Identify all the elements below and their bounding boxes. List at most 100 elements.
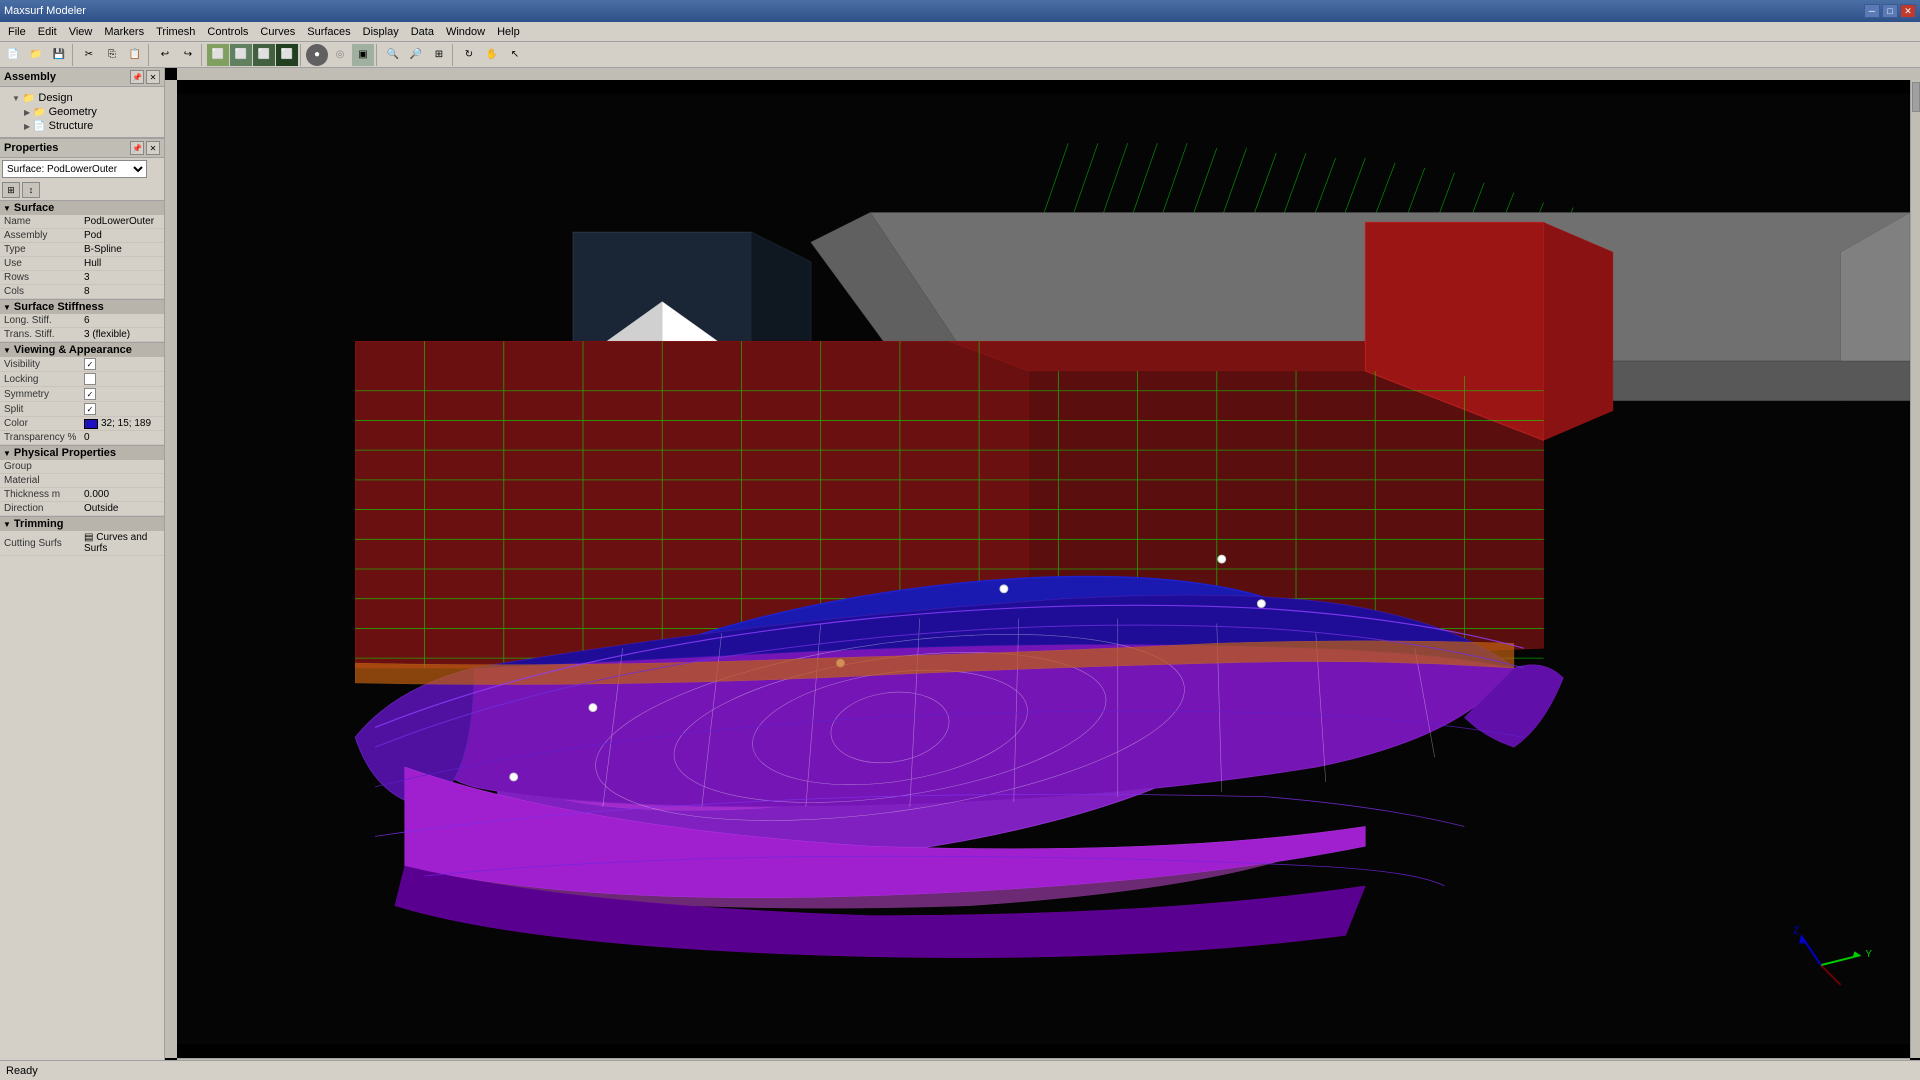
prop-cols-row: Cols 8	[0, 285, 164, 299]
status-text: Ready	[6, 1065, 38, 1077]
stiffness-section: ▼ Surface Stiffness Long. Stiff. 6 Trans…	[0, 299, 164, 342]
trimming-section-header[interactable]: ▼ Trimming	[0, 516, 164, 531]
zoom-out-button[interactable]: 🔎	[405, 44, 427, 66]
menu-item-edit[interactable]: Edit	[32, 24, 63, 40]
ruler-vertical	[165, 80, 177, 1058]
assembly-panel-controls: 📌 ✕	[130, 70, 160, 84]
menu-item-curves[interactable]: Curves	[254, 24, 301, 40]
prop-icon-2[interactable]: ↕	[22, 182, 40, 198]
menu-item-data[interactable]: Data	[405, 24, 440, 40]
appearance-collapse-arrow: ▼	[3, 346, 11, 355]
menu-item-controls[interactable]: Controls	[201, 24, 254, 40]
type-label: Type	[4, 244, 84, 255]
sep1	[72, 44, 76, 66]
menu-item-display[interactable]: Display	[357, 24, 405, 40]
tree-item-geometry[interactable]: ▶ 📁 Geometry	[4, 105, 160, 119]
prop-transparency-row: Transparency % 0	[0, 431, 164, 445]
stiffness-section-label: Surface Stiffness	[14, 301, 104, 313]
color-label: Color	[4, 418, 84, 429]
transstiff-label: Trans. Stiff.	[4, 329, 84, 340]
stiffness-collapse-arrow: ▼	[3, 303, 11, 312]
prop-material-row: Material	[0, 474, 164, 488]
surface-selector[interactable]: Surface: PodLowerOuter	[2, 160, 147, 178]
view2-button[interactable]: ⬜	[230, 44, 252, 66]
menu-item-help[interactable]: Help	[491, 24, 526, 40]
visibility-checkbox[interactable]: ✓	[84, 358, 96, 370]
wire-button[interactable]: ◎	[329, 44, 351, 66]
locking-checkbox[interactable]	[84, 373, 96, 385]
paste-button[interactable]: 📋	[124, 44, 146, 66]
assembly-pin-button[interactable]: 📌	[130, 70, 144, 84]
menubar: FileEditViewMarkersTrimeshControlsCurves…	[0, 22, 1920, 42]
maximize-button[interactable]: □	[1882, 4, 1898, 18]
menu-item-surfaces[interactable]: Surfaces	[301, 24, 356, 40]
structure-label: Structure	[49, 120, 94, 132]
menu-item-markers[interactable]: Markers	[98, 24, 150, 40]
trimming-section: ▼ Trimming Cutting Surfs ▤ Curves and Su…	[0, 516, 164, 556]
prop-use-row: Use Hull	[0, 257, 164, 271]
surface-section-header[interactable]: ▼ Surface	[0, 200, 164, 215]
longstiff-label: Long. Stiff.	[4, 315, 84, 326]
color-value: 32; 15; 189	[101, 418, 160, 429]
new-button[interactable]: 📄	[2, 44, 24, 66]
physical-collapse-arrow: ▼	[3, 449, 11, 458]
svg-text:Y: Y	[1865, 949, 1872, 960]
split-checkbox[interactable]: ✓	[84, 403, 96, 415]
3d-scene[interactable]: Y Z	[177, 80, 1910, 1058]
save-button[interactable]: 💾	[48, 44, 70, 66]
undo-button[interactable]: ↩	[154, 44, 176, 66]
right-scrollbar[interactable]	[1910, 80, 1920, 1058]
viewport[interactable]: Y Z -100 -80 -60 -40 -20 0 Yaw 20	[165, 68, 1920, 1080]
sep5	[376, 44, 380, 66]
assembly-value: Pod	[84, 230, 160, 241]
zoom-fit-button[interactable]: ⊞	[428, 44, 450, 66]
pan-button[interactable]: ✋	[481, 44, 503, 66]
assembly-close-button[interactable]: ✕	[146, 70, 160, 84]
redo-button[interactable]: ↪	[177, 44, 199, 66]
properties-pin-button[interactable]: 📌	[130, 141, 144, 155]
trimming-section-label: Trimming	[14, 518, 64, 530]
properties-title: Properties	[4, 142, 58, 154]
structure-folder-icon: 📄	[33, 121, 45, 132]
render-button[interactable]: ●	[306, 44, 328, 66]
rotate-button[interactable]: ↻	[458, 44, 480, 66]
geometry-folder-icon: 📁	[33, 107, 45, 118]
color-swatch[interactable]	[84, 419, 98, 429]
surface-section-label: Surface	[14, 202, 54, 214]
symmetry-checkbox[interactable]: ✓	[84, 388, 96, 400]
trimming-collapse-arrow: ▼	[3, 520, 11, 529]
copy-button[interactable]: ⎘	[101, 44, 123, 66]
cols-value: 8	[84, 286, 160, 297]
menu-item-window[interactable]: Window	[440, 24, 491, 40]
sep3	[201, 44, 205, 66]
view3-button[interactable]: ⬜	[253, 44, 275, 66]
stiffness-section-header[interactable]: ▼ Surface Stiffness	[0, 299, 164, 314]
view1-button[interactable]: ⬜	[207, 44, 229, 66]
prop-direction-row: Direction Outside	[0, 502, 164, 516]
split-label: Split	[4, 404, 84, 415]
tree-item-structure[interactable]: ▶ 📄 Structure	[4, 119, 160, 133]
tree-item-design[interactable]: ▼ 📁 Design	[4, 91, 160, 105]
menu-item-trimesh[interactable]: Trimesh	[150, 24, 201, 40]
menu-item-view[interactable]: View	[63, 24, 99, 40]
menu-item-file[interactable]: File	[2, 24, 32, 40]
shade-button[interactable]: ▣	[352, 44, 374, 66]
select-button[interactable]: ↖	[504, 44, 526, 66]
cut-button[interactable]: ✂	[78, 44, 100, 66]
toolbar: 📄 📁 💾 ✂ ⎘ 📋 ↩ ↪ ⬜ ⬜ ⬜ ⬜ ● ◎ ▣ 🔍 🔎 ⊞ ↻ ✋ …	[0, 42, 1920, 68]
view4-button[interactable]: ⬜	[276, 44, 298, 66]
properties-header: Properties 📌 ✕	[0, 139, 164, 158]
physical-section-header[interactable]: ▼ Physical Properties	[0, 445, 164, 460]
appearance-section-header[interactable]: ▼ Viewing & Appearance	[0, 342, 164, 357]
zoom-in-button[interactable]: 🔍	[382, 44, 404, 66]
use-label: Use	[4, 258, 84, 269]
cuttingsurfs-value: ▤ Curves and Surfs	[84, 532, 160, 554]
minimize-button[interactable]: ─	[1864, 4, 1880, 18]
rows-label: Rows	[4, 272, 84, 283]
properties-close-button[interactable]: ✕	[146, 141, 160, 155]
design-label: Design	[38, 92, 72, 104]
prop-icon-1[interactable]: ⊞	[2, 182, 20, 198]
open-button[interactable]: 📁	[25, 44, 47, 66]
prop-rows-row: Rows 3	[0, 271, 164, 285]
close-button[interactable]: ✕	[1900, 4, 1916, 18]
